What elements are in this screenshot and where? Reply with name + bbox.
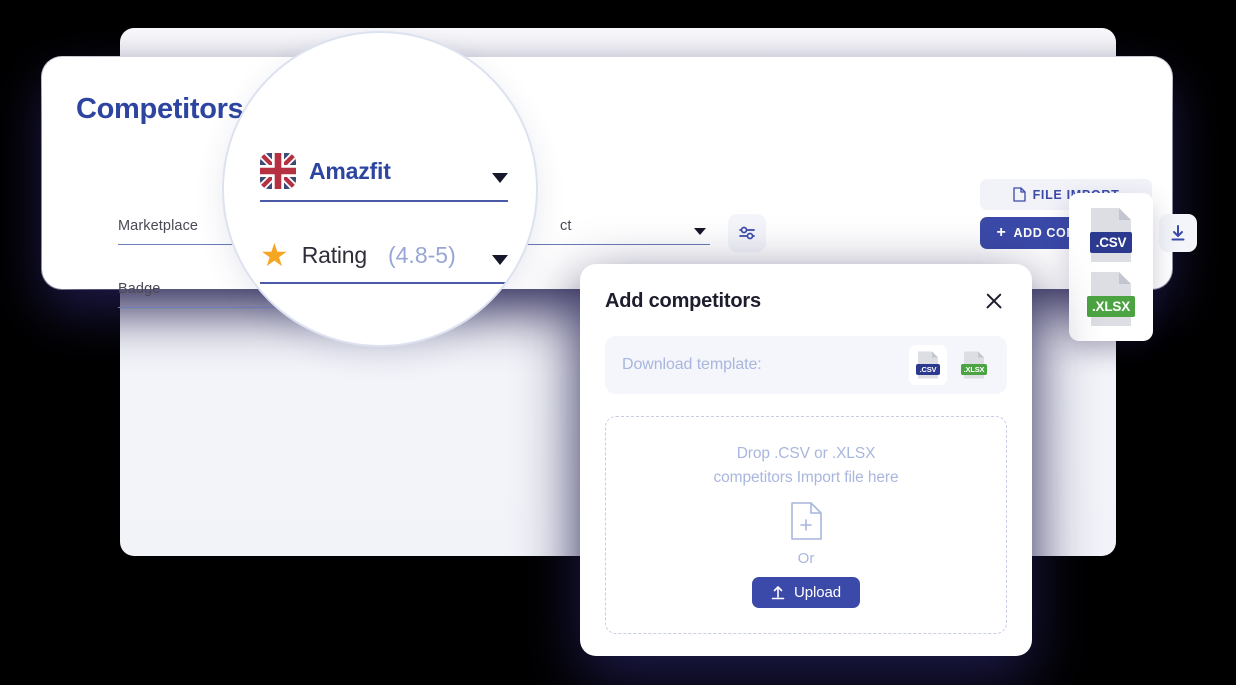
magnified-brand-select[interactable]: Amazfit	[260, 153, 508, 202]
dropzone-line-1: Drop .CSV or .XLSX	[736, 445, 876, 463]
download-icon	[1171, 225, 1185, 241]
filter-settings-button[interactable]	[728, 214, 766, 252]
upload-icon	[771, 585, 785, 600]
download-template-row: Download template: .CSV .XLSX	[605, 336, 1007, 394]
modal-title: Add competitors	[605, 289, 761, 312]
magnifier-lens: Amazfit ★ Rating (4.8-5)	[222, 31, 538, 347]
document-icon	[1012, 187, 1026, 202]
file-dropzone[interactable]: Drop .CSV or .XLSX competitors Import fi…	[605, 416, 1007, 634]
add-competitors-modal: Add competitors Download template: .CSV	[580, 264, 1032, 656]
download-button[interactable]	[1159, 214, 1197, 252]
magnified-brand-label: Amazfit	[309, 157, 391, 184]
xlsx-file-option[interactable]: .XLSX	[1085, 270, 1137, 328]
page-title: Competitors	[76, 93, 244, 125]
template-file-icons: .CSV .XLSX	[909, 345, 993, 385]
plus-icon: +	[996, 224, 1007, 241]
modal-header: Add competitors	[605, 288, 1007, 314]
magnified-rating-select[interactable]: ★ Rating (4.8-5)	[260, 239, 508, 284]
xlsx-badge-label: .XLSX	[1087, 295, 1135, 317]
upload-button[interactable]: Upload	[752, 576, 860, 608]
csv-badge-label: .CSV	[1090, 232, 1132, 254]
magnified-rating-range: (4.8-5)	[387, 241, 456, 268]
star-icon: ★	[260, 237, 289, 273]
dropzone-or-label: Or	[797, 549, 815, 567]
magnified-rating-label: Rating	[301, 241, 367, 268]
download-template-label: Download template:	[622, 356, 762, 373]
badge-label: Badge	[118, 281, 161, 297]
uk-flag-icon	[260, 153, 296, 189]
chevron-down-icon	[694, 228, 706, 235]
template-xlsx-label: .XLSX	[961, 364, 987, 375]
upload-label: Upload	[794, 583, 841, 601]
marketplace-label: Marketplace	[118, 218, 199, 234]
sliders-icon	[739, 226, 755, 240]
close-icon[interactable]	[981, 288, 1007, 314]
template-csv-button[interactable]: .CSV	[909, 345, 947, 385]
screenshot-root: Competitors Marketplace Badge ct FILE + …	[0, 0, 1236, 685]
template-csv-label: .CSV	[916, 364, 940, 375]
dropzone-line-2: competitors Import file here	[713, 468, 899, 486]
file-plus-icon	[791, 501, 822, 540]
competitors-card: Competitors Marketplace Badge ct FILE + …	[42, 57, 1197, 308]
chevron-down-icon	[492, 173, 508, 183]
file-format-dropdown: .CSV .XLSX	[1069, 193, 1153, 341]
template-xlsx-button[interactable]: .XLSX	[955, 345, 993, 385]
csv-file-option[interactable]: .CSV	[1085, 206, 1137, 264]
chevron-down-icon	[492, 255, 508, 265]
